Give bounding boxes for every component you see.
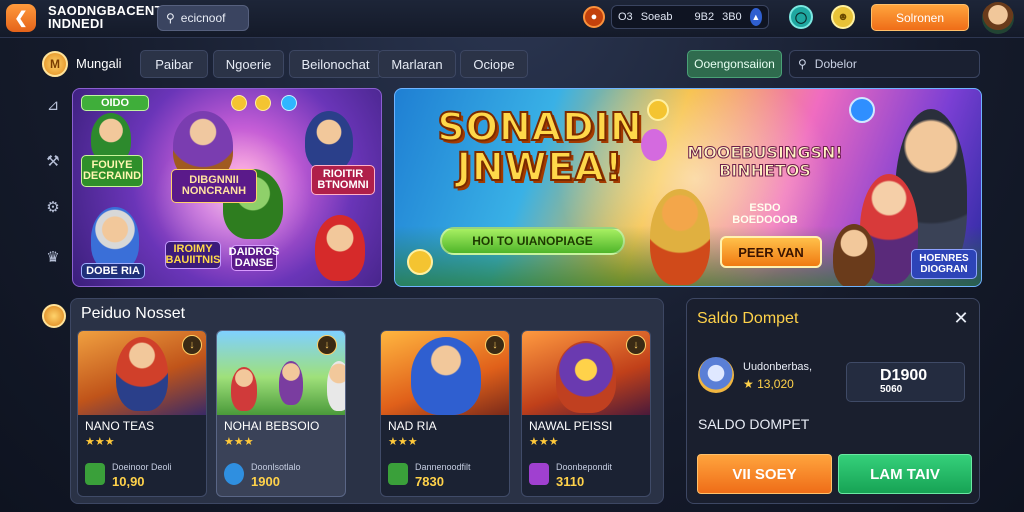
wallet-secondary-button[interactable]: LAM TAIV: [838, 454, 972, 494]
banner-subtitle: MOOEBUSINGSN! BINHETOS: [687, 143, 843, 180]
game-name: NOHAI BEBSOIO: [224, 419, 320, 433]
wallet-balance-main: D1900: [880, 367, 928, 384]
banner-sticker: DIBGNNII NONCRANH: [171, 169, 257, 203]
lock-icon[interactable]: ↓: [182, 335, 202, 355]
record-icon[interactable]: ●: [583, 6, 605, 28]
top-bar: ❮ SAODNGBACENT INDNEDI ⚲ ecicnoof ● O3 S…: [0, 0, 1024, 38]
games-panel: Peiduo Nosset ↓ NANO TEAS ★★★ Doeinoor D…: [70, 298, 664, 504]
wallet-panel: Saldo Dompet ✕ Uudonberbas, ★ 13,020 D19…: [686, 298, 980, 504]
banner-sticker: RIOITIR BTNOMNI: [311, 165, 375, 195]
top-action-button[interactable]: Solronen: [871, 4, 969, 31]
tab-2[interactable]: Ngoerie: [213, 50, 284, 78]
game-icon: [224, 463, 244, 485]
game-name: NAWAL PEISSI: [529, 419, 613, 433]
coin-icon: [255, 95, 271, 111]
game-meta: Doeinoor Deoli: [112, 462, 172, 472]
game-name: NANO TEAS: [85, 419, 155, 433]
stat-value: 3B0: [722, 11, 742, 23]
game-rating: ★★★: [388, 436, 418, 448]
stat-value: 9B2: [694, 11, 715, 23]
wallet-primary-button[interactable]: VII SOEY: [697, 454, 832, 494]
wallet-balance-box: D1900 5060: [846, 362, 965, 402]
game-price: 7830: [415, 474, 444, 489]
wallet-title: Saldo Dompet: [697, 310, 799, 327]
back-arrow-icon[interactable]: ❮: [6, 4, 36, 32]
coin-icon[interactable]: ☻: [831, 5, 855, 29]
close-icon[interactable]: ✕: [951, 308, 971, 328]
banner-corner-badge: HOENRES DIOGRAN: [911, 249, 977, 279]
banner-sticker: FOUIYE DECRAIND: [81, 155, 143, 187]
game-price: 3110: [556, 474, 585, 489]
search-icon: ⚲: [798, 57, 807, 71]
game-rating: ★★★: [224, 436, 254, 448]
game-meta: Doonbepondit: [556, 462, 613, 472]
banner-pill[interactable]: HOI TO UIANOPIAGE: [440, 227, 625, 255]
game-price: 10,90: [112, 474, 145, 489]
wallet-label: SALDO DOMPET: [698, 416, 810, 432]
coin-icon: [407, 249, 433, 275]
banner-sticker: DOBE RIA: [81, 263, 145, 279]
brand-coin-icon: M: [42, 51, 68, 77]
stat-value: O3: [618, 11, 633, 23]
game-card[interactable]: ↓ NANO TEAS ★★★ Doeinoor Deoli 10,90: [77, 330, 207, 497]
coin-icon: [42, 304, 66, 328]
tools-icon[interactable]: ⚒: [42, 150, 64, 172]
search-icon: ⚲: [166, 11, 175, 25]
category-button[interactable]: Ooengonsaiion: [687, 50, 782, 78]
banner-tagline: ESDO BOEDOOOB: [732, 202, 798, 226]
stats-pill: O3 Soeab 9B2 3B0 ▲: [611, 5, 769, 29]
gear-icon[interactable]: ⚙: [42, 196, 64, 218]
trophy-icon[interactable]: ♛: [42, 246, 64, 268]
promo-banner-left[interactable]: OIDO FOUIYE DECRAIND DIBGNNII NONCRANH R…: [72, 88, 382, 287]
globe-icon: [849, 97, 875, 123]
promo-banner-right[interactable]: SONADIN JNWEA! MOOEBUSINGSN! BINHETOS ES…: [394, 88, 982, 287]
banner-tag: OIDO: [81, 95, 149, 111]
compass-icon[interactable]: ⊿: [42, 94, 64, 116]
games-panel-title: Peiduo Nosset: [81, 305, 186, 322]
coin-icon: [647, 99, 669, 121]
lock-icon[interactable]: ↓: [485, 335, 505, 355]
globe-icon: [281, 95, 297, 111]
wallet-username: Uudonberbas,: [743, 361, 813, 373]
wallet-balance-sub: 5060: [880, 384, 903, 395]
top-search-box[interactable]: ⚲ ecicnoof: [157, 5, 249, 31]
top-search-text: ecicnoof: [180, 11, 226, 25]
coin-icon: [231, 95, 247, 111]
game-rating: ★★★: [529, 436, 559, 448]
game-icon: [529, 463, 549, 485]
game-meta: Doonlsotlalo: [251, 462, 301, 472]
banner-title: SONADIN JNWEA!: [436, 105, 643, 189]
game-price: 1900: [251, 474, 280, 489]
lock-icon[interactable]: ↓: [317, 335, 337, 355]
game-card[interactable]: ↓ NOHAI BEBSOIO ★★★ Doonlsotlalo 1900: [216, 330, 346, 497]
wallet-points: ★ 13,020: [743, 377, 794, 391]
main-search-placeholder: Dobelor: [814, 57, 857, 71]
tab-3[interactable]: Beilonochat: [289, 50, 382, 78]
game-meta: Dannenoodfilt: [415, 462, 471, 472]
avatar: [698, 357, 734, 393]
tab-5[interactable]: Ociope: [460, 50, 528, 78]
game-rating: ★★★: [85, 436, 115, 448]
lock-icon[interactable]: ↓: [626, 335, 646, 355]
game-name: NAD RIA: [388, 419, 437, 433]
brand-label: Mungali: [76, 56, 122, 71]
main-search-input[interactable]: ⚲ Dobelor: [789, 50, 980, 78]
stat-value: Soeab: [640, 11, 673, 23]
banner-sticker: IROIMY BAUIITNIS: [165, 241, 221, 269]
globe-icon[interactable]: ◯: [789, 5, 813, 29]
profile-avatar[interactable]: [982, 2, 1014, 34]
banner-sticker: DAIDROS DANSE: [228, 245, 280, 271]
app-title: SAODNGBACENT INDNEDI: [48, 3, 163, 31]
shield-icon: ▲: [749, 8, 762, 26]
tab-4[interactable]: Marlaran: [378, 50, 456, 78]
banner-cta-button[interactable]: PEER VAN: [720, 236, 822, 268]
game-icon: [388, 463, 408, 485]
game-icon: [85, 463, 105, 485]
game-card[interactable]: ↓ NAD RIA ★★★ Dannenoodfilt 7830: [380, 330, 510, 497]
game-card[interactable]: ↓ NAWAL PEISSI ★★★ Doonbepondit 3110: [521, 330, 651, 497]
tab-1[interactable]: Paibar: [140, 50, 208, 78]
